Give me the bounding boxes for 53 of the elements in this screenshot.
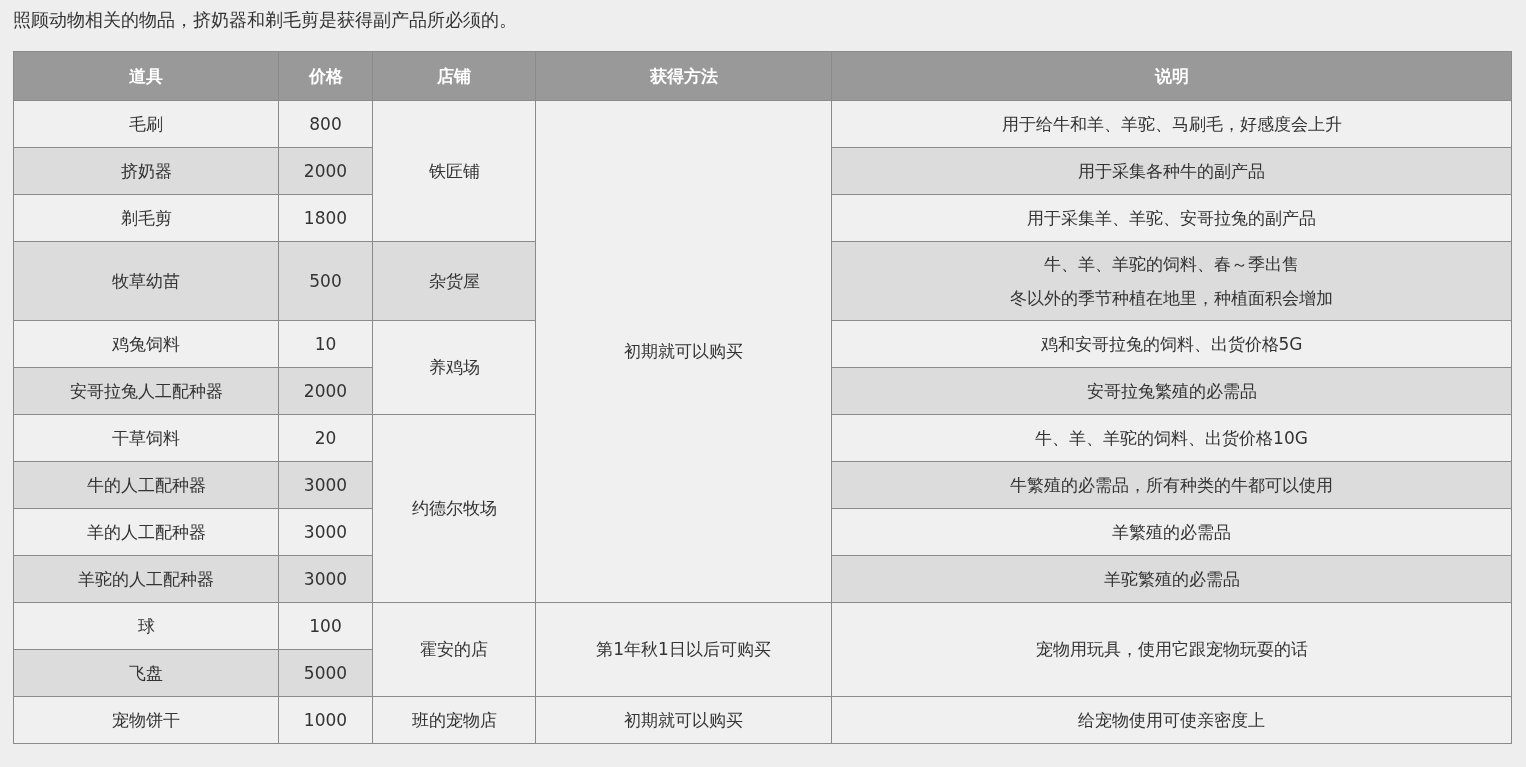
table-cell: 安哥拉兔人工配种器: [13, 367, 279, 415]
table-cell: 500: [278, 241, 373, 321]
table-cell: 100: [278, 602, 373, 650]
table-cell: 鸡兔饲料: [13, 320, 279, 368]
table-cell: 剃毛剪: [13, 194, 279, 242]
table-cell: 用于采集各种牛的副产品: [831, 147, 1512, 195]
table-cell: 霍安的店: [372, 602, 536, 697]
table-cell: 用于采集羊、羊驼、安哥拉兔的副产品: [831, 194, 1512, 242]
table-cell: 牛繁殖的必需品，所有种类的牛都可以使用: [831, 461, 1512, 509]
column-header: 店铺: [372, 51, 536, 101]
table-cell: 给宠物使用可使亲密度上: [831, 696, 1512, 744]
table-cell: 牧草幼苗: [13, 241, 279, 321]
table-cell: 3000: [278, 555, 373, 603]
table-cell: 杂货屋: [372, 241, 536, 321]
table-cell: 2000: [278, 367, 373, 415]
column-header: 获得方法: [535, 51, 832, 101]
table-cell: 羊繁殖的必需品: [831, 508, 1512, 556]
table-cell: 牛、羊、羊驼的饲料、春～季出售 冬以外的季节种植在地里，种植面积会增加: [831, 241, 1512, 321]
table-cell: 球: [13, 602, 279, 650]
table-cell: 铁匠铺: [372, 100, 536, 242]
table-cell: 挤奶器: [13, 147, 279, 195]
table-cell: 5000: [278, 649, 373, 697]
table-cell: 养鸡场: [372, 320, 536, 415]
table-cell: 初期就可以购买: [535, 696, 832, 744]
table-cell: 宠物用玩具，使用它跟宠物玩耍的话: [831, 602, 1512, 697]
table-cell: 1000: [278, 696, 373, 744]
table-cell: 飞盘: [13, 649, 279, 697]
table-cell: 3000: [278, 508, 373, 556]
table-cell: 初期就可以购买: [535, 100, 832, 603]
table-cell: 约德尔牧场: [372, 414, 536, 603]
intro-text: 照顾动物相关的物品，挤奶器和剃毛剪是获得副产品所必须的。: [13, 8, 517, 32]
table-cell: 用于给牛和羊、羊驼、马刷毛，好感度会上升: [831, 100, 1512, 148]
table-cell: 20: [278, 414, 373, 462]
table-cell: 牛、羊、羊驼的饲料、出货价格10G: [831, 414, 1512, 462]
table-cell: 1800: [278, 194, 373, 242]
table-cell: 800: [278, 100, 373, 148]
table-cell: 第1年秋1日以后可购买: [535, 602, 832, 697]
column-header: 价格: [278, 51, 373, 101]
table-cell: 干草饲料: [13, 414, 279, 462]
table-cell: 宠物饼干: [13, 696, 279, 744]
table-cell: 安哥拉兔繁殖的必需品: [831, 367, 1512, 415]
table-cell: 羊驼的人工配种器: [13, 555, 279, 603]
table-cell: 羊的人工配种器: [13, 508, 279, 556]
table-cell: 毛刷: [13, 100, 279, 148]
table-cell: 3000: [278, 461, 373, 509]
table-cell: 鸡和安哥拉兔的饲料、出货价格5G: [831, 320, 1512, 368]
table-cell: 牛的人工配种器: [13, 461, 279, 509]
column-header: 道具: [13, 51, 279, 101]
table-cell: 班的宠物店: [372, 696, 536, 744]
table-cell: 2000: [278, 147, 373, 195]
column-header: 说明: [831, 51, 1512, 101]
table-cell: 10: [278, 320, 373, 368]
table-cell: 羊驼繁殖的必需品: [831, 555, 1512, 603]
